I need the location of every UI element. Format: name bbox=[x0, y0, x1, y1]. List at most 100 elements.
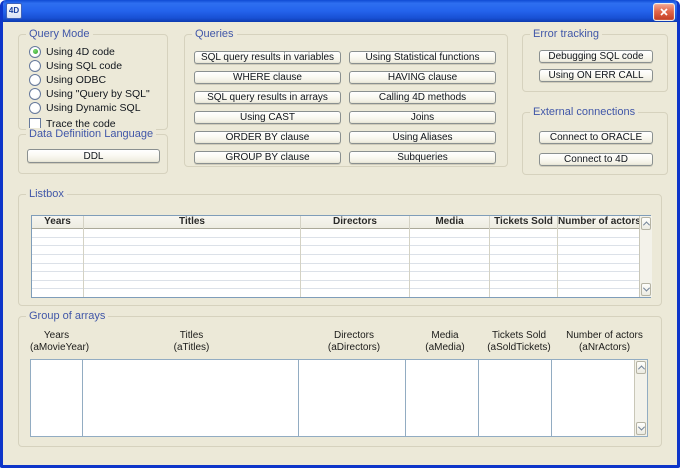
listbox-row-cell bbox=[410, 238, 489, 247]
radio-label: Using "Query by SQL" bbox=[46, 88, 150, 100]
listbox-body[interactable] bbox=[490, 229, 557, 297]
radio-using-query-by-sql[interactable]: Using "Query by SQL" bbox=[29, 87, 150, 100]
listbox-row-cell bbox=[558, 229, 639, 238]
arrays-header-var: (aMedia) bbox=[408, 342, 482, 354]
listbox-row-cell bbox=[301, 246, 409, 255]
app-icon[interactable]: 4D bbox=[6, 3, 22, 19]
radio-label: Using ODBC bbox=[46, 74, 106, 86]
listbox-body[interactable] bbox=[301, 229, 409, 297]
listbox-row-cell bbox=[490, 255, 557, 264]
array-list-years[interactable] bbox=[30, 359, 83, 437]
btn-connect-to-oracle[interactable]: Connect to ORACLE bbox=[539, 131, 653, 144]
btn-connect-to-4d[interactable]: Connect to 4D bbox=[539, 153, 653, 166]
listbox-row-cell bbox=[490, 272, 557, 281]
listbox-row-cell bbox=[84, 264, 300, 273]
array-list-number-of-actors[interactable] bbox=[551, 359, 648, 437]
listbox-body[interactable] bbox=[84, 229, 300, 297]
client-area: Query Mode Using 4D code Using SQL code … bbox=[3, 22, 677, 465]
listbox-body[interactable] bbox=[410, 229, 489, 297]
chevron-down-icon bbox=[637, 424, 644, 431]
btn-using-statistical-functions[interactable]: Using Statistical functions bbox=[349, 51, 496, 64]
arrays-header-name: Tickets Sold bbox=[482, 330, 556, 342]
listbox-row-cell bbox=[410, 281, 489, 290]
array-scrollbar[interactable] bbox=[634, 360, 647, 436]
group-queries: Queries SQL query results in variables W… bbox=[184, 34, 508, 167]
listbox-row-cell bbox=[490, 264, 557, 273]
arrays-header-media: Media (aMedia) bbox=[408, 330, 482, 354]
btn-using-aliases[interactable]: Using Aliases bbox=[349, 131, 496, 144]
arrays-header-var: (aSoldTickets) bbox=[482, 342, 556, 354]
listbox-row-cell bbox=[490, 246, 557, 255]
chevron-down-icon bbox=[642, 285, 649, 292]
listbox-row-cell bbox=[84, 238, 300, 247]
radio-icon bbox=[29, 46, 41, 58]
listbox-row-cell bbox=[301, 272, 409, 281]
radio-label: Using 4D code bbox=[46, 46, 115, 58]
listbox-body[interactable] bbox=[32, 229, 83, 297]
radio-using-dynamic-sql[interactable]: Using Dynamic SQL bbox=[29, 101, 141, 114]
group-queries-title: Queries bbox=[192, 28, 237, 41]
btn-calling-4d-methods[interactable]: Calling 4D methods bbox=[349, 91, 496, 104]
arrays-header-titles: Titles (aTitles) bbox=[83, 330, 300, 354]
listbox-scrollbar[interactable] bbox=[639, 216, 652, 297]
btn-sql-query-results-in-arrays[interactable]: SQL query results in arrays bbox=[194, 91, 341, 104]
listbox-row-cell bbox=[558, 272, 639, 281]
array-list-directors[interactable] bbox=[298, 359, 406, 437]
listbox-row-cell bbox=[490, 229, 557, 238]
title-bar[interactable]: 4D bbox=[0, 0, 680, 22]
listbox-row-cell bbox=[32, 255, 83, 264]
array-list-titles[interactable] bbox=[82, 359, 299, 437]
btn-ddl[interactable]: DDL bbox=[27, 149, 160, 163]
radio-icon bbox=[29, 74, 41, 86]
btn-having-clause[interactable]: HAVING clause bbox=[349, 71, 496, 84]
listbox-header-media[interactable]: Media bbox=[410, 216, 489, 229]
btn-order-by-clause[interactable]: ORDER BY clause bbox=[194, 131, 341, 144]
btn-debugging-sql-code[interactable]: Debugging SQL code bbox=[539, 50, 653, 63]
listbox-header-titles[interactable]: Titles bbox=[84, 216, 300, 229]
btn-sql-query-results-in-variables[interactable]: SQL query results in variables bbox=[194, 51, 341, 64]
group-error-tracking: Error tracking Debugging SQL code Using … bbox=[522, 34, 668, 92]
arrays-header-var: (aNrActors) bbox=[556, 342, 653, 354]
listbox-header-directors[interactable]: Directors bbox=[301, 216, 409, 229]
radio-using-sql-code[interactable]: Using SQL code bbox=[29, 59, 122, 72]
scroll-up-button[interactable] bbox=[641, 217, 651, 230]
radio-using-4d-code[interactable]: Using 4D code bbox=[29, 45, 115, 58]
listbox-row-cell bbox=[84, 281, 300, 290]
listbox-body[interactable] bbox=[558, 229, 639, 297]
radio-using-odbc[interactable]: Using ODBC bbox=[29, 73, 106, 86]
array-list-tickets-sold[interactable] bbox=[478, 359, 552, 437]
btn-group-by-clause[interactable]: GROUP BY clause bbox=[194, 151, 341, 164]
chevron-up-icon bbox=[637, 365, 644, 372]
btn-joins[interactable]: Joins bbox=[349, 111, 496, 124]
app-window: 4D Query Mode Using 4D code Using SQL co… bbox=[0, 0, 680, 468]
radio-label: Using SQL code bbox=[46, 60, 122, 72]
listbox-row-cell bbox=[32, 238, 83, 247]
btn-where-clause[interactable]: WHERE clause bbox=[194, 71, 341, 84]
listbox-header-number-of-actors[interactable]: Number of actors bbox=[558, 216, 639, 229]
listbox-header-tickets-sold[interactable]: Tickets Sold bbox=[490, 216, 557, 229]
listbox-column-titles: Titles bbox=[84, 216, 301, 297]
close-button[interactable] bbox=[653, 3, 675, 21]
group-of-arrays-title: Group of arrays bbox=[26, 310, 108, 323]
group-external-connections-title: External connections bbox=[530, 106, 638, 119]
listbox-row-cell bbox=[84, 246, 300, 255]
scroll-down-button[interactable] bbox=[636, 422, 646, 435]
listbox-header-years[interactable]: Years bbox=[32, 216, 83, 229]
btn-subqueries[interactable]: Subqueries bbox=[349, 151, 496, 164]
listbox-row-cell bbox=[410, 246, 489, 255]
listbox-row-cell bbox=[301, 264, 409, 273]
group-query-mode: Query Mode Using 4D code Using SQL code … bbox=[18, 34, 168, 130]
scroll-up-button[interactable] bbox=[636, 361, 646, 374]
listbox-row-cell bbox=[301, 255, 409, 264]
listbox-row-cell bbox=[490, 281, 557, 290]
arrays-listboxes bbox=[30, 359, 648, 437]
btn-using-on-err-call[interactable]: Using ON ERR CALL bbox=[539, 69, 653, 82]
scroll-down-button[interactable] bbox=[641, 283, 651, 296]
array-list-media[interactable] bbox=[405, 359, 479, 437]
listbox-row-cell bbox=[558, 264, 639, 273]
listbox-row-cell bbox=[410, 229, 489, 238]
radio-icon bbox=[29, 102, 41, 114]
listbox-table: Years Titles Directors Media Tickets Sol… bbox=[31, 215, 651, 298]
btn-using-cast[interactable]: Using CAST bbox=[194, 111, 341, 124]
arrays-header-var: (aDirectors) bbox=[300, 342, 408, 354]
